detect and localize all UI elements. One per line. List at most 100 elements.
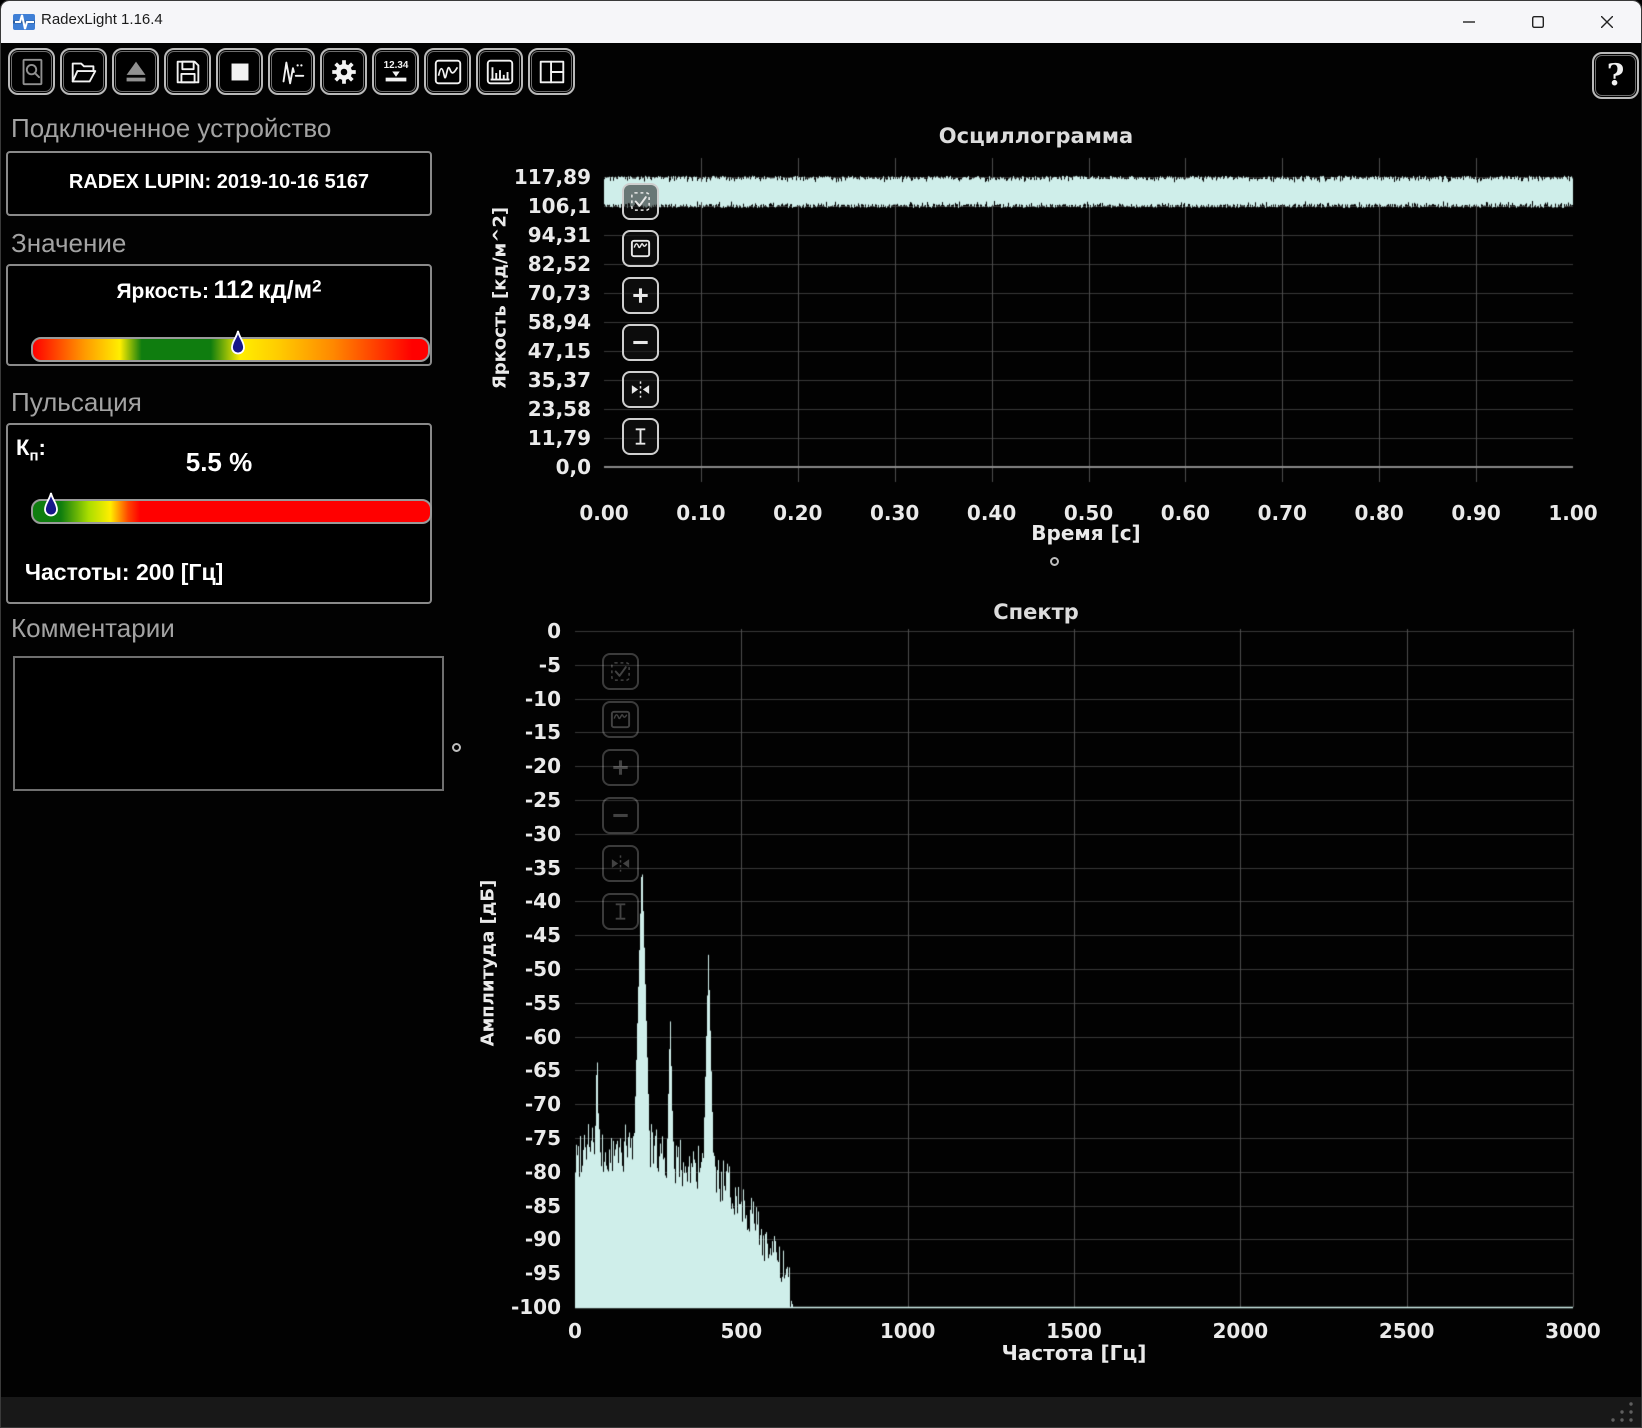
horizontal-splitter-handle[interactable]	[1050, 557, 1059, 566]
oscillogram-x-tick: 0.40	[962, 501, 1022, 525]
search-document-icon	[16, 56, 48, 88]
status-bar	[1, 1397, 1641, 1427]
dashed-check-icon	[609, 660, 632, 683]
oscillogram-y-tick: 0,0	[556, 455, 591, 479]
spectrum-x-tick: 3000	[1533, 1319, 1613, 1343]
spectrum-y-axis-label: Амплитуда [дБ]	[478, 880, 499, 1047]
device-groupbox: RADEX LUPIN: 2019-10-16 5167	[6, 151, 432, 216]
app-window: RadexLight 1.16.4 12.34 ? Подключенное у…	[0, 0, 1642, 1428]
zoom-in-tool-oscillogram[interactable]	[622, 277, 659, 314]
close-button[interactable]	[1572, 1, 1641, 43]
zoom-out-tool-spectrum[interactable]	[602, 797, 639, 834]
spectrum-y-tick: -40	[525, 889, 561, 913]
spectrum-y-tick: -60	[525, 1025, 561, 1049]
spectrum-y-tick: -10	[525, 687, 561, 711]
layout-view-button[interactable]	[528, 48, 575, 95]
value-groupbox: Яркость: 112 кд/м2	[6, 264, 432, 366]
oscillogram-x-tick: 0.60	[1155, 501, 1215, 525]
fit-horizontal-tool-oscillogram[interactable]	[622, 371, 659, 408]
oscillogram-view-button[interactable]	[424, 48, 471, 95]
oscillogram-y-tick: 23,58	[528, 397, 591, 421]
oscillogram-y-tick: 106,1	[528, 194, 591, 218]
fit-horizontal-icon	[629, 378, 652, 401]
vertical-range-tool-oscillogram[interactable]	[622, 418, 659, 455]
spectrum-x-tick: 2500	[1367, 1319, 1447, 1343]
autoscale-tool-oscillogram[interactable]	[622, 230, 659, 267]
fit-horizontal-icon	[609, 852, 632, 875]
vertical-splitter-handle[interactable]	[452, 743, 461, 752]
save-icon	[172, 56, 204, 88]
oscillogram-x-tick: 0.70	[1252, 501, 1312, 525]
zoom-out-tool-oscillogram[interactable]	[622, 324, 659, 361]
save-button[interactable]	[164, 48, 211, 95]
minus-icon	[629, 331, 652, 354]
vertical-range-tool-spectrum[interactable]	[602, 893, 639, 930]
oscillogram-x-tick: 0.80	[1349, 501, 1409, 525]
oscillogram-y-tick: 70,73	[528, 281, 591, 305]
spectrum-y-tick: -50	[525, 957, 561, 981]
fit-horizontal-tool-spectrum[interactable]	[602, 845, 639, 882]
search-device-button[interactable]	[8, 48, 55, 95]
spectrum-x-tick: 1000	[868, 1319, 948, 1343]
eject-icon	[120, 56, 152, 88]
close-icon	[1601, 16, 1613, 28]
stop-button[interactable]	[216, 48, 263, 95]
spectrum-y-tick: -75	[525, 1126, 561, 1150]
spectrum-y-tick: -15	[525, 720, 561, 744]
zoom-select-tool-oscillogram[interactable]	[622, 183, 659, 220]
minimize-button[interactable]	[1434, 1, 1503, 43]
open-file-button[interactable]	[60, 48, 107, 95]
spectrum-y-tick: 0	[547, 619, 561, 643]
oscillogram-y-tick: 82,52	[528, 252, 591, 276]
help-icon: ?	[1607, 58, 1625, 93]
layout-icon	[536, 56, 568, 88]
value-readout: Яркость: 112 кд/м2	[8, 276, 430, 305]
vertical-range-icon	[609, 900, 632, 923]
spectrum-x-tick: 500	[701, 1319, 781, 1343]
oscillogram-y-tick: 47,15	[528, 339, 591, 363]
oscillogram-x-tick: 0.90	[1446, 501, 1506, 525]
spectrum-x-tick: 1500	[1034, 1319, 1114, 1343]
eject-button[interactable]	[112, 48, 159, 95]
oscillogram-y-tick: 94,31	[528, 223, 591, 247]
window-controls	[1434, 1, 1641, 43]
minimize-icon	[1463, 16, 1475, 28]
spectrum-x-axis-label: Частота [Гц]	[974, 1341, 1174, 1365]
help-button[interactable]: ?	[1592, 52, 1639, 99]
spectrum-y-tick: -100	[511, 1295, 561, 1319]
spectrum-y-tick: -80	[525, 1160, 561, 1184]
spectrum-view-button[interactable]	[476, 48, 523, 95]
signal-settings-icon	[276, 56, 308, 88]
autoscale-tool-spectrum[interactable]	[602, 701, 639, 738]
pulsation-scale-bar	[31, 499, 432, 524]
minus-icon	[609, 804, 632, 827]
spectrum-y-tick: -45	[525, 923, 561, 947]
pulsation-marker-icon	[44, 492, 58, 522]
oscillogram-x-tick: 1.00	[1543, 501, 1603, 525]
oscillogram-x-tick: 0.50	[1059, 501, 1119, 525]
zoom-in-tool-spectrum[interactable]	[602, 749, 639, 786]
value-number: 112	[213, 276, 253, 304]
stop-icon	[224, 56, 256, 88]
gear-icon	[328, 56, 360, 88]
zoom-select-tool-spectrum[interactable]	[602, 653, 639, 690]
pulsation-frequency: Частоты: 200 [Гц]	[8, 559, 240, 586]
comments-input[interactable]	[13, 656, 444, 791]
spectrum-y-tick: -65	[525, 1058, 561, 1082]
device-section-header: Подключенное устройство	[11, 113, 331, 144]
spectrum-y-tick: -70	[525, 1092, 561, 1116]
spectrum-x-tick: 0	[535, 1319, 615, 1343]
value-param-label: Яркость:	[116, 280, 209, 303]
dashed-check-icon	[629, 190, 652, 213]
wave-frame-icon	[629, 237, 652, 260]
resize-grip-icon[interactable]	[1609, 1401, 1635, 1423]
maximize-button[interactable]	[1503, 1, 1572, 43]
oscillogram-y-tick: 117,89	[514, 165, 591, 189]
signal-settings-button[interactable]	[268, 48, 315, 95]
spectrum-y-tick: -25	[525, 788, 561, 812]
spectrum-y-tick: -30	[525, 822, 561, 846]
settings-button[interactable]	[320, 48, 367, 95]
plus-icon	[609, 756, 632, 779]
numeric-display-button[interactable]: 12.34	[372, 48, 419, 95]
spectrum-y-tick: -95	[525, 1261, 561, 1285]
